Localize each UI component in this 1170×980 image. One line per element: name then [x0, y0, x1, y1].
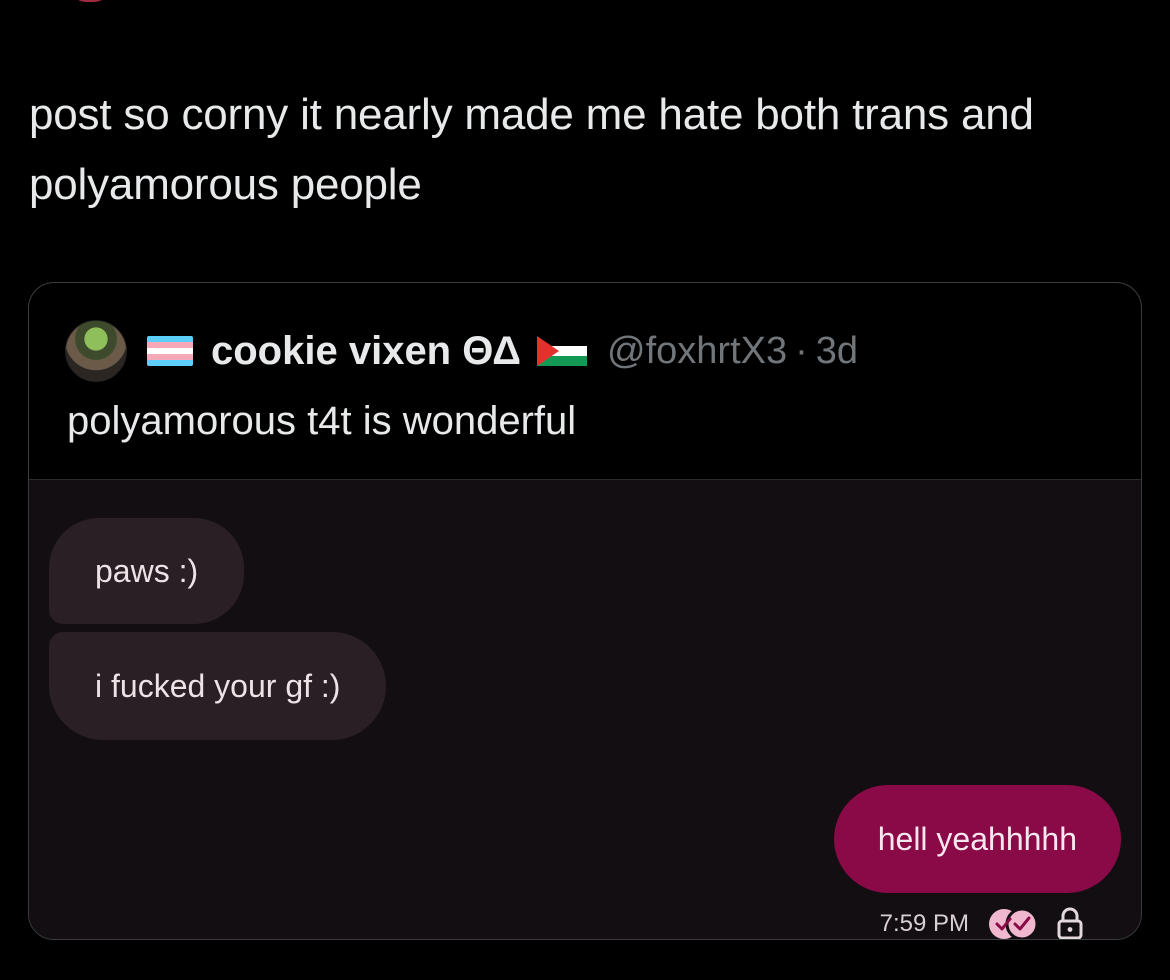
read-receipt-icon [985, 907, 1043, 939]
post-text: post so corny it nearly made me hate bot… [29, 90, 1034, 209]
user-handle[interactable]: @foxhrtX3 [607, 330, 787, 373]
palestine-flag-icon [537, 336, 588, 366]
attached-screenshot[interactable]: paws :) i fucked your gf :) hell yeahhhh… [29, 479, 1141, 939]
display-name[interactable]: cookie vixen ΘΔ [211, 329, 521, 374]
message-text: paws :) [95, 552, 199, 589]
message-text: i fucked your gf :) [95, 667, 341, 704]
quoted-post-card[interactable]: cookie vixen ΘΔ @foxhrtX3 · 3d polyamoro… [28, 282, 1142, 940]
message-meta: 7:59 PM [879, 904, 1085, 939]
lock-icon [1055, 907, 1085, 939]
outgoing-message: hell yeahhhhh [833, 785, 1121, 893]
incoming-message: i fucked your gf :) [49, 632, 387, 740]
quoted-post-text: polyamorous t4t is wonderful [67, 399, 577, 443]
author-avatar-edge[interactable] [70, 0, 110, 2]
message-text: hell yeahhhhh [877, 820, 1077, 857]
user-avatar[interactable] [65, 320, 127, 382]
incoming-message: paws :) [49, 518, 245, 624]
quoted-post-header: cookie vixen ΘΔ @foxhrtX3 · 3d [65, 319, 858, 383]
separator-dot: · [795, 329, 808, 372]
message-time: 7:59 PM [879, 910, 969, 937]
trans-flag-icon [147, 336, 193, 366]
post-timestamp[interactable]: 3d [816, 330, 858, 373]
